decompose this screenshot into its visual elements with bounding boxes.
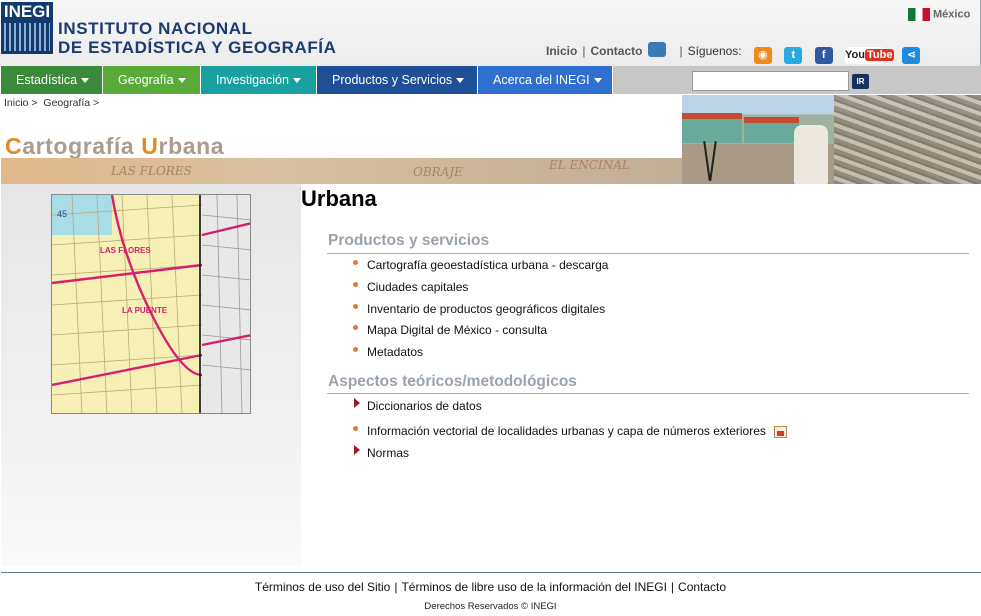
banner-word: rbana bbox=[158, 133, 225, 159]
strip-text: LAS FLORES bbox=[111, 164, 192, 178]
banner-photo bbox=[682, 95, 981, 184]
youtube-tube-text: Tube bbox=[864, 49, 895, 61]
mexico-flag-icon bbox=[908, 8, 930, 21]
document-icon[interactable] bbox=[773, 426, 787, 438]
logo-graphic bbox=[4, 23, 50, 51]
contacto-link[interactable]: Contacto bbox=[590, 44, 642, 58]
mexico-label: México bbox=[933, 8, 971, 21]
separator: | bbox=[394, 580, 398, 594]
section-divider bbox=[327, 393, 969, 394]
list-item-inventario[interactable]: Inventario de productos geográficos digi… bbox=[367, 302, 605, 316]
youtube-you-text: You bbox=[845, 49, 865, 61]
banner-cap: U bbox=[141, 133, 159, 159]
list-item-metadatos[interactable]: Metadatos bbox=[367, 345, 423, 359]
list-item-informacion-vectorial[interactable]: Información vectorial de localidades urb… bbox=[367, 424, 787, 438]
inicio-link[interactable]: Inicio bbox=[546, 44, 577, 58]
nav-item-acerca[interactable]: Acerca del INEGI bbox=[478, 66, 613, 94]
caret-down-icon bbox=[177, 78, 186, 83]
section-divider bbox=[327, 253, 969, 254]
copyright: Derechos Reservados © INEGI bbox=[424, 601, 557, 612]
separator: | bbox=[582, 44, 586, 58]
site-header: INEGI INSTITUTO NACIONAL DE ESTADÍSTICA … bbox=[0, 0, 981, 66]
bullet-icon bbox=[353, 426, 358, 431]
breadcrumb-inicio[interactable]: Inicio bbox=[4, 97, 29, 109]
footer-links: Términos de uso del Sitio | Términos de li… bbox=[0, 580, 981, 594]
logo-text: INEGI bbox=[3, 2, 51, 21]
separator: | bbox=[670, 580, 675, 594]
banner-map-strip: LAS FLORES OBRAJE EL ENCINAL bbox=[1, 158, 682, 184]
nav-label: Estadística bbox=[16, 73, 78, 87]
siguenos-label: Síguenos: bbox=[687, 44, 742, 58]
caret-down-icon bbox=[81, 78, 90, 83]
banner-title: Cartografía Urbana bbox=[5, 133, 224, 160]
caret-down-icon bbox=[292, 78, 301, 83]
list-item-normas[interactable]: Normas bbox=[367, 446, 409, 460]
caret-down-icon bbox=[593, 78, 602, 83]
page-title: Urbana bbox=[301, 186, 377, 211]
inegi-logo[interactable]: INEGI bbox=[1, 2, 53, 54]
footer-divider bbox=[1, 572, 981, 573]
tripod-shape bbox=[703, 141, 711, 181]
nav-item-investigacion[interactable]: Investigación bbox=[201, 66, 317, 94]
institution-line-2: DE ESTADÍSTICA Y GEOGRAFÍA bbox=[58, 38, 337, 57]
list-item-ciudades[interactable]: Ciudades capitales bbox=[367, 280, 468, 294]
footer-link-terminos-sitio[interactable]: Términos de uso del Sitio bbox=[255, 580, 390, 594]
share-icon[interactable]: ⋖ bbox=[902, 47, 921, 64]
nav-label: Investigación bbox=[216, 73, 289, 87]
surveyor-figure bbox=[794, 125, 828, 184]
house-shape bbox=[682, 113, 742, 143]
map-label: LA PUENTE bbox=[122, 306, 168, 315]
separator: | bbox=[679, 44, 683, 58]
arrow-right-icon bbox=[354, 445, 360, 455]
bullet-icon bbox=[353, 304, 358, 309]
facebook-icon[interactable]: f bbox=[814, 47, 833, 64]
bullet-icon bbox=[353, 325, 358, 330]
youtube-icon[interactable]: You Tube bbox=[845, 47, 895, 64]
bullet-icon bbox=[353, 347, 358, 352]
list-item-label: Información vectorial de localidades urb… bbox=[367, 424, 766, 438]
footer-link-terminos-informacion[interactable]: Términos de libre uso de la información … bbox=[401, 580, 666, 594]
institution-line-1: INSTITUTO NACIONAL bbox=[58, 19, 253, 38]
twitter-icon[interactable]: t bbox=[784, 47, 803, 64]
bullet-icon bbox=[353, 260, 358, 265]
map-label: 45 bbox=[57, 209, 67, 219]
section-title-productos: Productos y servicios bbox=[328, 232, 490, 249]
strip-text: OBRAJE bbox=[413, 165, 463, 179]
search-input[interactable] bbox=[692, 71, 849, 91]
strip-text: EL ENCINAL bbox=[549, 158, 630, 172]
breadcrumb-geografia[interactable]: Geografía bbox=[43, 97, 90, 109]
rss-icon[interactable]: ◉ bbox=[753, 47, 772, 64]
map-svg: LAS FLORES LA PUENTE 45 bbox=[52, 195, 250, 413]
urban-map-image[interactable]: LAS FLORES LA PUENTE 45 bbox=[51, 194, 251, 414]
nav-item-geografia[interactable]: Geografía bbox=[103, 66, 201, 94]
list-item-diccionarios[interactable]: Diccionarios de datos bbox=[367, 399, 482, 413]
nav-item-estadistica[interactable]: Estadística bbox=[1, 66, 103, 94]
banner-cap: C bbox=[5, 133, 23, 159]
arrow-right-icon bbox=[354, 398, 360, 408]
search-button[interactable]: IR bbox=[852, 74, 869, 89]
house-shape bbox=[744, 117, 799, 143]
list-item-mapa-digital[interactable]: Mapa Digital de México - consulta bbox=[367, 323, 547, 337]
nav-label: Geografía bbox=[118, 73, 174, 87]
nav-label: Acerca del INEGI bbox=[493, 73, 590, 87]
mexico-link[interactable]: México bbox=[908, 8, 970, 21]
nav-label: Productos y Servicios bbox=[332, 73, 453, 87]
aerial-view bbox=[834, 95, 981, 184]
chat-icon[interactable] bbox=[648, 42, 667, 57]
banner-word: artografía bbox=[22, 133, 142, 159]
bullet-icon bbox=[353, 282, 358, 287]
map-label: LAS FLORES bbox=[100, 246, 151, 255]
footer-link-contacto[interactable]: Contacto bbox=[678, 580, 726, 594]
breadcrumb: Inicio > Geografía > bbox=[4, 97, 100, 109]
list-item-cartografia[interactable]: Cartografía geoestadística urbana - desc… bbox=[367, 258, 608, 272]
caret-down-icon bbox=[456, 78, 465, 83]
tripod-shape bbox=[709, 141, 717, 181]
section-title-aspectos: Aspectos teóricos/metodológicos bbox=[328, 373, 577, 390]
institution-name[interactable]: INSTITUTO NACIONAL DE ESTADÍSTICA Y GEOG… bbox=[58, 19, 337, 57]
nav-item-productos[interactable]: Productos y Servicios bbox=[317, 66, 478, 94]
top-links: Inicio | Contacto | Síguenos: ◉ t f You Tube … bbox=[546, 42, 921, 64]
